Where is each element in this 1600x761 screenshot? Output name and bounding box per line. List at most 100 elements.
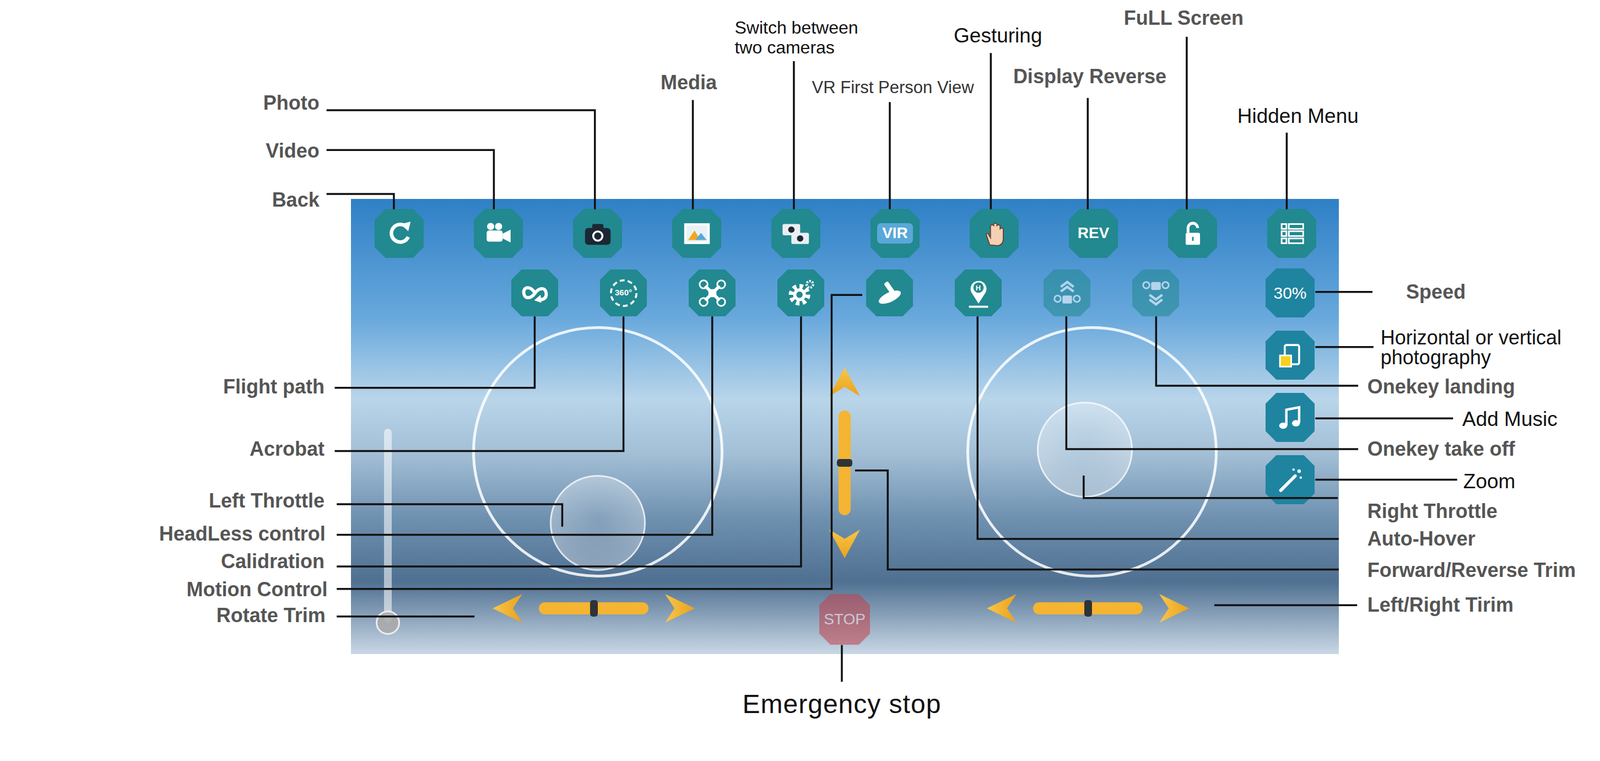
callout-label: Photo bbox=[263, 91, 320, 115]
landing-icon bbox=[1139, 277, 1172, 310]
callout-label: Auto-Hover bbox=[1367, 527, 1476, 550]
video-button[interactable] bbox=[473, 208, 523, 258]
trim-bar[interactable] bbox=[1033, 602, 1143, 615]
callout-label: Media bbox=[660, 71, 717, 94]
top-toolbar: VIR REV bbox=[374, 208, 1317, 258]
throttle-knob[interactable] bbox=[375, 610, 400, 635]
leader-line bbox=[692, 100, 695, 210]
app-diagram: VIRREV360°H30%STOPPhotoVideoBackMediaSwi… bbox=[0, 0, 1600, 761]
leader-line bbox=[1066, 316, 1359, 450]
leader-line bbox=[336, 504, 562, 527]
callout-label: Horizontal or vertical photography bbox=[1380, 327, 1599, 368]
gear-icon bbox=[785, 277, 818, 310]
stop-button[interactable]: STOP bbox=[819, 593, 870, 645]
leader-line bbox=[1155, 316, 1359, 386]
trim-bar[interactable] bbox=[838, 410, 851, 516]
callout-label: Left/Right Tirim bbox=[1367, 593, 1514, 617]
menu-button[interactable] bbox=[1267, 208, 1317, 258]
callout-label: Gesturing bbox=[953, 24, 1042, 48]
callout-label: Onekey landing bbox=[1367, 375, 1516, 398]
wand-button[interactable] bbox=[1265, 455, 1315, 505]
music-icon bbox=[1274, 401, 1307, 434]
headless-button[interactable] bbox=[688, 269, 736, 317]
leader-line bbox=[990, 52, 993, 209]
camera-button[interactable] bbox=[573, 208, 623, 258]
callout-label: Flight path bbox=[223, 375, 325, 398]
stop-label: STOP bbox=[823, 611, 866, 629]
trim-left-icon[interactable] bbox=[986, 593, 1017, 623]
acro-button[interactable]: 360° bbox=[600, 269, 647, 317]
leader-line bbox=[326, 149, 495, 209]
leader-line bbox=[1214, 604, 1358, 607]
lock-icon bbox=[1176, 217, 1209, 250]
joystick-knob[interactable] bbox=[549, 474, 646, 571]
hpin-icon bbox=[962, 277, 995, 310]
leader-line bbox=[334, 316, 535, 388]
leader-line bbox=[326, 110, 596, 210]
switch-button[interactable] bbox=[771, 208, 821, 258]
gear-button[interactable] bbox=[777, 269, 825, 317]
loop-button[interactable] bbox=[511, 269, 559, 317]
leader-line bbox=[1315, 346, 1374, 349]
forward-reverse-trim bbox=[829, 367, 861, 559]
media-button[interactable] bbox=[672, 208, 722, 258]
callout-label: Rotate Trim bbox=[216, 603, 326, 627]
left-right-trim bbox=[986, 593, 1189, 623]
leader-line bbox=[855, 470, 1339, 570]
hand-button[interactable] bbox=[969, 208, 1019, 258]
callout-label: Left Throttle bbox=[208, 489, 325, 513]
leader-line bbox=[336, 615, 475, 618]
trim-knob[interactable] bbox=[836, 458, 853, 467]
trim-knob[interactable] bbox=[590, 600, 598, 617]
back-button[interactable] bbox=[374, 208, 424, 258]
joystick-knob[interactable] bbox=[1036, 401, 1133, 498]
throttle-slider[interactable] bbox=[384, 428, 392, 623]
callout-label: HeadLess control bbox=[159, 522, 326, 545]
leader-line bbox=[1285, 132, 1289, 210]
leader-line bbox=[1315, 417, 1453, 420]
callout-label: Zoom bbox=[1463, 469, 1516, 494]
callout-label: Video bbox=[265, 139, 320, 162]
rotate-trim bbox=[492, 593, 695, 623]
callout-label: VR First Person View bbox=[812, 77, 975, 98]
trim-left-icon[interactable] bbox=[492, 593, 523, 623]
headless-icon bbox=[696, 277, 729, 310]
drone-control-screen: VIR REV 360° H 30% STOP bbox=[350, 198, 1339, 654]
leader-line bbox=[336, 316, 713, 535]
rotate-button[interactable] bbox=[1265, 330, 1315, 380]
leader-line bbox=[1083, 475, 1338, 499]
trim-right-icon[interactable] bbox=[1159, 593, 1189, 623]
callout-label: Speed bbox=[1406, 280, 1466, 304]
rev-button[interactable]: REV bbox=[1068, 208, 1118, 258]
leader-line bbox=[977, 316, 1339, 539]
callout-label: Hidden Menu bbox=[1237, 104, 1359, 129]
takeoff-icon bbox=[1051, 277, 1084, 310]
music-button[interactable] bbox=[1265, 392, 1315, 442]
hpin-button[interactable]: H bbox=[954, 269, 1002, 317]
camera-icon bbox=[581, 217, 614, 250]
trim-knob[interactable] bbox=[1084, 600, 1093, 617]
loop-icon bbox=[519, 277, 551, 310]
callout-label: Add Music bbox=[1462, 407, 1558, 432]
callout-label: Calidration bbox=[220, 549, 325, 573]
takeoff-button[interactable] bbox=[1043, 269, 1091, 317]
leader-line bbox=[840, 644, 843, 682]
trim-up-icon[interactable] bbox=[829, 367, 861, 397]
joystick-ring[interactable] bbox=[472, 326, 724, 578]
video-icon bbox=[482, 217, 515, 250]
rotate-icon bbox=[1274, 339, 1307, 372]
landing-button[interactable] bbox=[1132, 269, 1180, 317]
trim-down-icon[interactable] bbox=[829, 529, 861, 559]
hand-icon bbox=[978, 217, 1011, 250]
joystick-ring[interactable] bbox=[966, 326, 1218, 578]
trim-right-icon[interactable] bbox=[665, 593, 695, 623]
callout-label: Forward/Reverse Trim bbox=[1367, 559, 1576, 582]
motion-button[interactable] bbox=[866, 269, 913, 317]
vr-button[interactable]: VIR bbox=[870, 208, 920, 258]
motion-icon bbox=[873, 277, 906, 310]
speed-button[interactable]: 30% bbox=[1265, 268, 1315, 318]
trim-bar[interactable] bbox=[538, 602, 649, 615]
auto-hover-label: H bbox=[954, 283, 1002, 293]
lock-button[interactable] bbox=[1168, 208, 1218, 258]
callout-label: Motion Control bbox=[186, 578, 328, 602]
